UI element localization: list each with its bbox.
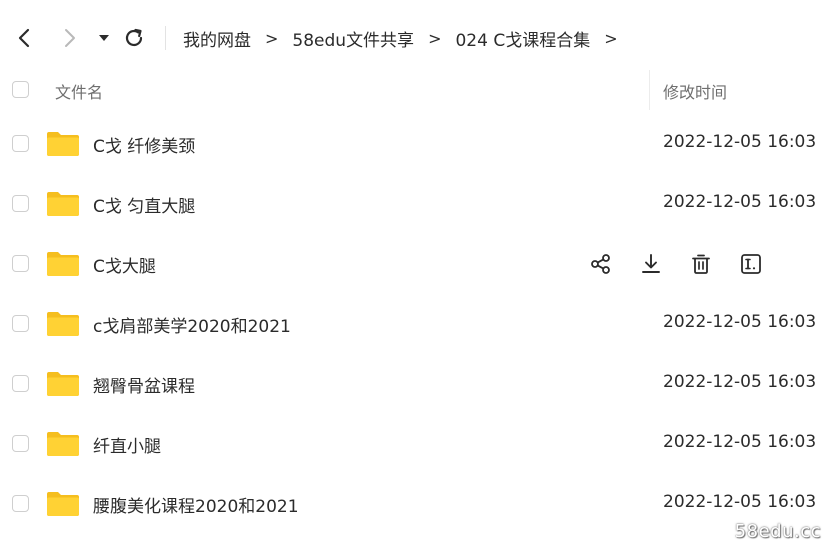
file-name[interactable]: 纤直小腿 <box>93 432 161 457</box>
row-checkbox[interactable] <box>12 315 29 332</box>
download-button[interactable] <box>635 250 667 278</box>
table-row[interactable]: 腰腹美化课程2020和2021 2022-12-05 16:03 <box>0 474 831 534</box>
share-icon <box>591 254 610 274</box>
column-divider[interactable] <box>649 70 650 110</box>
row-actions <box>585 250 767 278</box>
select-all-checkbox[interactable] <box>12 81 29 98</box>
folder-icon <box>47 372 79 396</box>
table-row[interactable]: c戈肩部美学2020和2021 2022-12-05 16:03 <box>0 294 831 354</box>
breadcrumb-separator: > <box>428 28 442 48</box>
folder-icon <box>47 492 79 516</box>
row-checkbox[interactable] <box>12 375 29 392</box>
file-name[interactable]: c戈肩部美学2020和2021 <box>93 312 291 337</box>
breadcrumb-separator: > <box>265 28 279 48</box>
download-icon <box>642 254 660 273</box>
file-browser: 我的网盘 > 58edu文件共享 > 024 C戈课程合集 > 文件名 修改时间… <box>0 0 831 548</box>
forward-button[interactable] <box>57 25 83 51</box>
file-modified-time: 2022-12-05 16:03 <box>663 492 817 512</box>
row-checkbox[interactable] <box>12 255 29 272</box>
history-dropdown-button[interactable] <box>92 25 116 51</box>
breadcrumb-item-my-drive[interactable]: 我的网盘 <box>183 26 251 51</box>
breadcrumb-item-current-folder[interactable]: 024 C戈课程合集 <box>455 26 590 51</box>
folder-icon <box>47 432 79 456</box>
folder-icon <box>47 252 79 276</box>
file-modified-time: 2022-12-05 16:03 <box>663 132 817 152</box>
table-row-hovered[interactable]: C戈大腿 <box>0 234 831 294</box>
folder-icon <box>47 192 79 216</box>
file-name[interactable]: C戈 匀直大腿 <box>93 192 195 217</box>
rename-button[interactable] <box>735 250 767 278</box>
refresh-button[interactable] <box>121 25 147 51</box>
back-button[interactable] <box>11 25 37 51</box>
rename-icon <box>741 254 761 274</box>
watermark-text: 58edu.cc <box>734 521 821 542</box>
column-header-modified[interactable]: 修改时间 <box>663 79 727 103</box>
file-modified-time: 2022-12-05 16:03 <box>663 192 817 212</box>
chevron-right-icon <box>65 29 75 47</box>
table-row[interactable]: C戈 纤修美颈 2022-12-05 16:03 <box>0 114 831 174</box>
file-modified-time: 2022-12-05 16:03 <box>663 372 817 392</box>
file-name[interactable]: C戈大腿 <box>93 252 156 277</box>
navigation-bar: 我的网盘 > 58edu文件共享 > 024 C戈课程合集 > <box>0 14 831 62</box>
share-button[interactable] <box>585 250 617 278</box>
folder-icon <box>47 312 79 336</box>
chevron-left-icon <box>18 28 30 48</box>
column-header-name[interactable]: 文件名 <box>55 79 103 103</box>
delete-icon <box>692 254 710 274</box>
delete-button[interactable] <box>685 250 717 278</box>
refresh-icon <box>125 28 143 47</box>
file-name[interactable]: 翘臀骨盆课程 <box>93 372 195 397</box>
caret-down-icon <box>99 35 109 41</box>
row-checkbox[interactable] <box>12 135 29 152</box>
nav-divider <box>165 26 166 50</box>
file-modified-time: 2022-12-05 16:03 <box>663 312 817 332</box>
file-name[interactable]: C戈 纤修美颈 <box>93 132 195 157</box>
table-row[interactable]: 纤直小腿 2022-12-05 16:03 <box>0 414 831 474</box>
row-checkbox[interactable] <box>12 195 29 212</box>
breadcrumb-separator: > <box>604 28 618 48</box>
table-header: 文件名 修改时间 <box>0 66 831 114</box>
breadcrumb: 我的网盘 > 58edu文件共享 > 024 C戈课程合集 > <box>183 24 618 52</box>
row-checkbox[interactable] <box>12 495 29 512</box>
table-row[interactable]: C戈 匀直大腿 2022-12-05 16:03 <box>0 174 831 234</box>
breadcrumb-item-shared-folder[interactable]: 58edu文件共享 <box>292 26 414 51</box>
table-row[interactable]: 翘臀骨盆课程 2022-12-05 16:03 <box>0 354 831 414</box>
file-list: C戈 纤修美颈 2022-12-05 16:03 C戈 匀直大腿 2022-12… <box>0 114 831 534</box>
row-checkbox[interactable] <box>12 435 29 452</box>
file-name[interactable]: 腰腹美化课程2020和2021 <box>93 492 299 517</box>
folder-icon <box>47 132 79 156</box>
file-modified-time: 2022-12-05 16:03 <box>663 432 817 452</box>
